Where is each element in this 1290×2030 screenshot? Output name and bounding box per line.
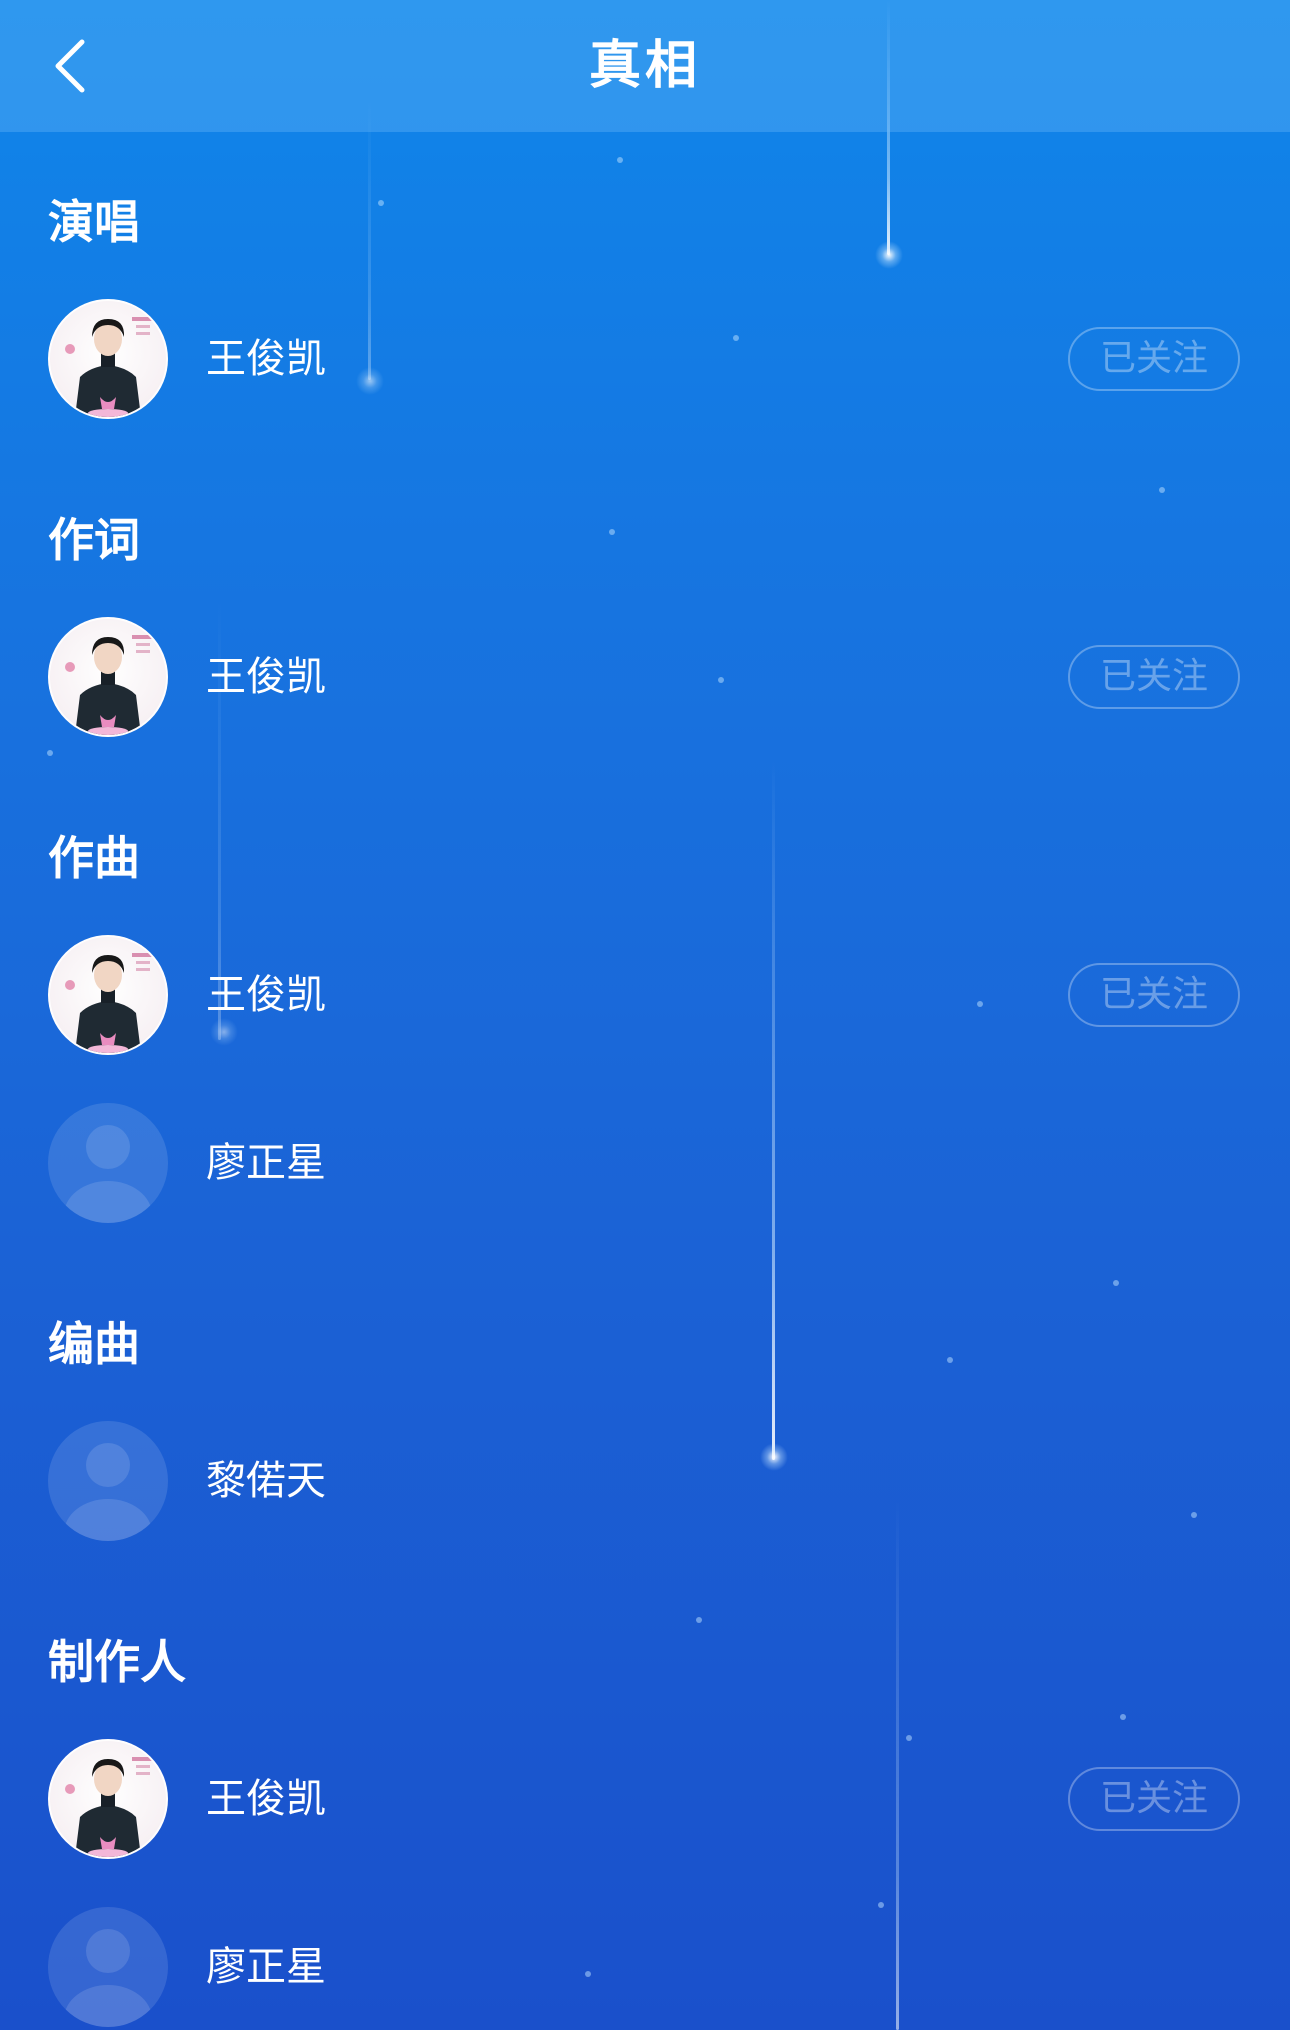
avatar[interactable] bbox=[48, 1103, 168, 1223]
avatar[interactable] bbox=[48, 1421, 168, 1541]
artist-name[interactable]: 廖正星 bbox=[206, 1937, 326, 1997]
background-dot bbox=[378, 200, 384, 206]
followed-button[interactable]: 已关注 bbox=[1068, 645, 1240, 709]
background-dot bbox=[1113, 1280, 1119, 1286]
artist-name[interactable]: 廖正星 bbox=[206, 1133, 326, 1193]
avatar[interactable] bbox=[48, 299, 168, 419]
artist-name[interactable]: 王俊凯 bbox=[206, 647, 326, 707]
credit-row[interactable]: 王俊凯 已关注 bbox=[0, 298, 1290, 420]
section-title-lyricist: 作词 bbox=[48, 513, 140, 567]
avatar[interactable] bbox=[48, 935, 168, 1055]
artist-photo-icon bbox=[65, 953, 152, 1053]
default-user-icon bbox=[64, 1443, 152, 1541]
background-dot bbox=[47, 750, 53, 756]
default-user-icon bbox=[64, 1125, 152, 1223]
credit-row[interactable]: 廖正星 bbox=[0, 1102, 1290, 1224]
section-title-composer: 作曲 bbox=[48, 831, 140, 885]
background-dot bbox=[1159, 487, 1165, 493]
avatar[interactable] bbox=[48, 1907, 168, 2027]
artist-name[interactable]: 黎偌天 bbox=[206, 1451, 326, 1511]
artist-photo-icon bbox=[65, 635, 152, 735]
avatar[interactable] bbox=[48, 1739, 168, 1859]
artist-photo-icon bbox=[65, 317, 152, 417]
credit-row[interactable]: 王俊凯 已关注 bbox=[0, 616, 1290, 738]
background-dot bbox=[947, 1357, 953, 1363]
artist-name[interactable]: 王俊凯 bbox=[206, 965, 326, 1025]
credit-row[interactable]: 王俊凯 已关注 bbox=[0, 934, 1290, 1056]
followed-button[interactable]: 已关注 bbox=[1068, 963, 1240, 1027]
artist-name[interactable]: 王俊凯 bbox=[206, 329, 326, 389]
followed-button[interactable]: 已关注 bbox=[1068, 327, 1240, 391]
background-dot bbox=[617, 157, 623, 163]
background-dot bbox=[609, 529, 615, 535]
section-title-arranger: 编曲 bbox=[48, 1317, 140, 1371]
section-title-producer: 制作人 bbox=[48, 1635, 186, 1689]
artist-name[interactable]: 王俊凯 bbox=[206, 1769, 326, 1829]
credit-row[interactable]: 王俊凯 已关注 bbox=[0, 1738, 1290, 1860]
avatar[interactable] bbox=[48, 617, 168, 737]
artist-photo-icon bbox=[65, 1757, 152, 1857]
top-bar: 真相 bbox=[0, 0, 1290, 132]
credit-row[interactable]: 廖正星 bbox=[0, 1906, 1290, 2028]
section-title-singer: 演唱 bbox=[48, 195, 140, 249]
background-dot bbox=[1120, 1714, 1126, 1720]
credit-row[interactable]: 黎偌天 bbox=[0, 1420, 1290, 1542]
background-sparkle bbox=[875, 241, 903, 269]
page-title: 真相 bbox=[588, 36, 701, 96]
default-user-icon bbox=[64, 1929, 152, 2027]
background-dot bbox=[696, 1617, 702, 1623]
followed-button[interactable]: 已关注 bbox=[1068, 1767, 1240, 1831]
